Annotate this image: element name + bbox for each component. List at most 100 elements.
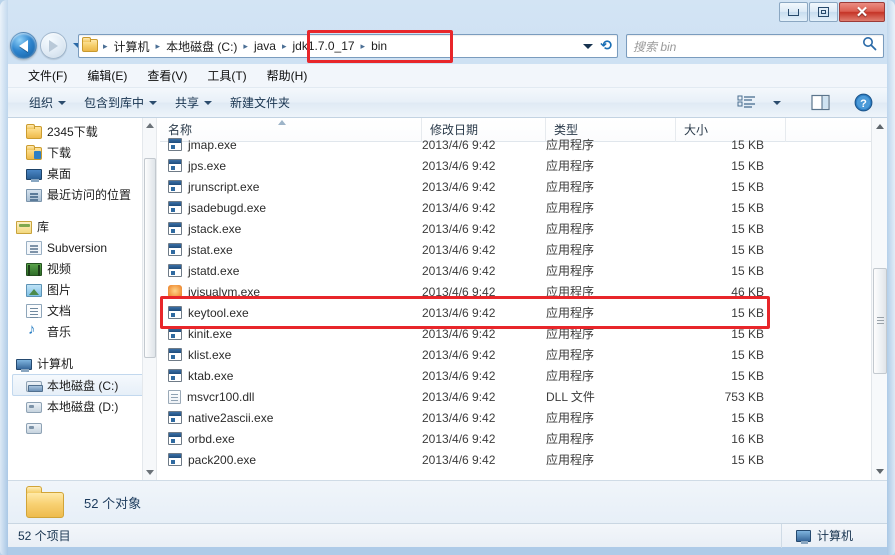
maximize-button[interactable] [809, 2, 838, 22]
breadcrumb-separator[interactable]: ▸ [101, 41, 110, 52]
sidebar-group-libraries[interactable]: 库 [8, 216, 156, 237]
breadcrumb-separator[interactable]: ▸ [154, 41, 163, 52]
sidebar-item-2345downloads[interactable]: 2345下载 [8, 121, 156, 142]
breadcrumb-bin[interactable]: bin [367, 38, 391, 54]
file-date: 2013/4/6 9:42 [422, 263, 496, 278]
view-dropdown-button[interactable] [763, 91, 791, 115]
breadcrumb-separator[interactable]: ▸ [359, 41, 368, 52]
organize-button[interactable]: 组织 [20, 91, 75, 114]
address-bar-actions: ⟲ [583, 38, 617, 54]
list-scroll-up-button[interactable] [872, 118, 887, 135]
include-in-library-button[interactable]: 包含到库中 [75, 91, 166, 114]
table-row[interactable]: jstat.exe 2013/4/6 9:42 应用程序 15 KB [160, 239, 887, 260]
window-edge-left [0, 0, 8, 555]
menu-file[interactable]: 文件(F) [18, 65, 77, 86]
desktop-icon [26, 169, 42, 182]
file-type: 应用程序 [546, 264, 595, 278]
breadcrumb-java[interactable]: java [250, 38, 280, 54]
file-list-scrollbar[interactable] [871, 118, 887, 480]
sidebar-item-downloads[interactable]: 下载 [8, 142, 156, 163]
sidebar-item-videos[interactable]: 视频 [8, 258, 156, 279]
table-row-keytool[interactable]: keytool.exe 2013/4/6 9:42 应用程序 15 KB [160, 302, 887, 323]
sidebar-item-local-disk-c[interactable]: 本地磁盘 (C:) [12, 374, 152, 396]
refresh-icon[interactable]: ⟲ [600, 38, 614, 54]
sidebar-item-partial[interactable] [8, 417, 156, 438]
details-item-count: 52 个对象 [84, 495, 142, 511]
sidebar-item-documents[interactable]: 文档 [8, 300, 156, 321]
menu-edit[interactable]: 编辑(E) [77, 65, 137, 86]
file-size: 15 KB [731, 410, 764, 425]
breadcrumb-jdk[interactable]: jdk1.7.0_17 [288, 38, 358, 54]
sidebar-item-desktop[interactable]: 桌面 [8, 163, 156, 184]
menu-tools[interactable]: 工具(T) [197, 65, 256, 86]
sidebar-item-pictures[interactable]: 图片 [8, 279, 156, 300]
exe-icon [168, 432, 182, 445]
file-size: 16 KB [731, 431, 764, 446]
menu-help[interactable]: 帮助(H) [257, 65, 318, 86]
navigation-bar: ▸ 计算机 ▸ 本地磁盘 (C:) ▸ java ▸ jdk1.7.0_17 ▸… [8, 30, 887, 64]
back-button[interactable] [10, 32, 37, 59]
table-row[interactable]: jps.exe 2013/4/6 9:42 应用程序 15 KB [160, 155, 887, 176]
table-row[interactable]: native2ascii.exe 2013/4/6 9:42 应用程序 15 K… [160, 407, 887, 428]
share-button[interactable]: 共享 [166, 91, 221, 114]
table-row[interactable]: jrunscript.exe 2013/4/6 9:42 应用程序 15 KB [160, 176, 887, 197]
sidebar-item-recent-places[interactable]: 最近访问的位置 [8, 184, 156, 205]
file-date: 2013/4/6 9:42 [422, 431, 496, 446]
table-row[interactable]: ktab.exe 2013/4/6 9:42 应用程序 15 KB [160, 365, 887, 386]
table-row[interactable]: pack200.exe 2013/4/6 9:42 应用程序 15 KB [160, 449, 887, 470]
sidebar-item-music[interactable]: 音乐 [8, 321, 156, 342]
breadcrumb-separator[interactable]: ▸ [280, 41, 289, 52]
sidebar-group-computer[interactable]: 计算机 [8, 353, 156, 374]
address-bar[interactable]: ▸ 计算机 ▸ 本地磁盘 (C:) ▸ java ▸ jdk1.7.0_17 ▸… [78, 34, 618, 58]
sidebar-item-subversion[interactable]: Subversion [8, 237, 156, 258]
folder-icon [26, 486, 64, 518]
folder-icon [26, 123, 42, 139]
list-scroll-down-button[interactable] [872, 463, 887, 480]
menu-view[interactable]: 查看(V) [137, 65, 197, 86]
library-icon [16, 220, 32, 234]
breadcrumb-computer[interactable]: 计算机 [110, 37, 154, 56]
sidebar-scroll-thumb[interactable] [144, 158, 156, 358]
sidebar-item-local-disk-d[interactable]: 本地磁盘 (D:) [8, 396, 156, 417]
file-type: 应用程序 [546, 243, 595, 257]
table-row[interactable]: klist.exe 2013/4/6 9:42 应用程序 15 KB [160, 344, 887, 365]
table-row[interactable]: jstatd.exe 2013/4/6 9:42 应用程序 15 KB [160, 260, 887, 281]
exe-icon [168, 411, 182, 424]
file-size: 753 KB [724, 389, 764, 404]
maximize-icon [818, 7, 829, 17]
sidebar-scroll-down-button[interactable] [143, 465, 156, 480]
forward-button[interactable] [40, 32, 67, 59]
file-date: 2013/4/6 9:42 [422, 137, 496, 152]
computer-icon [795, 529, 811, 544]
table-row[interactable]: jsadebugd.exe 2013/4/6 9:42 应用程序 15 KB [160, 197, 887, 218]
breadcrumb-separator[interactable]: ▸ [241, 41, 250, 52]
minimize-button[interactable] [779, 2, 808, 22]
sidebar-scroll-up-button[interactable] [143, 118, 156, 133]
file-name-cell: msvcr100.dll [160, 389, 422, 404]
svg-text:?: ? [860, 98, 867, 110]
table-row[interactable]: orbd.exe 2013/4/6 9:42 应用程序 16 KB [160, 428, 887, 449]
table-row[interactable]: jstack.exe 2013/4/6 9:42 应用程序 15 KB [160, 218, 887, 239]
change-view-button[interactable] [733, 91, 761, 115]
list-scroll-thumb[interactable] [873, 268, 887, 374]
preview-pane-button[interactable] [807, 91, 835, 115]
exe-icon [168, 369, 182, 382]
table-row[interactable]: msvcr100.dll 2013/4/6 9:42 DLL 文件 753 KB [160, 386, 887, 407]
sidebar-group-label: 计算机 [37, 357, 74, 371]
address-dropdown-icon[interactable] [583, 43, 594, 49]
organize-label: 组织 [29, 96, 54, 110]
title-bar[interactable]: ✕ [0, 0, 895, 30]
file-rows: jmap.exe 2013/4/6 9:42 应用程序 15 KB jps.ex… [160, 134, 887, 470]
table-row[interactable]: jmap.exe 2013/4/6 9:42 应用程序 15 KB [160, 134, 887, 155]
file-name: jps.exe [188, 158, 227, 173]
close-button[interactable]: ✕ [839, 2, 885, 22]
table-row[interactable]: kinit.exe 2013/4/6 9:42 应用程序 15 KB [160, 323, 887, 344]
menu-bar: 文件(F) 编辑(E) 查看(V) 工具(T) 帮助(H) [8, 64, 887, 88]
breadcrumb-local-disk-c[interactable]: 本地磁盘 (C:) [162, 37, 241, 56]
help-button[interactable]: ? [849, 91, 877, 115]
table-row[interactable]: jvisualvm.exe 2013/4/6 9:42 应用程序 46 KB [160, 281, 887, 302]
search-box[interactable]: 搜索 bin [626, 34, 884, 58]
search-input[interactable]: 搜索 bin [633, 38, 676, 55]
sidebar-scrollbar[interactable] [142, 118, 156, 480]
new-folder-button[interactable]: 新建文件夹 [221, 91, 299, 114]
